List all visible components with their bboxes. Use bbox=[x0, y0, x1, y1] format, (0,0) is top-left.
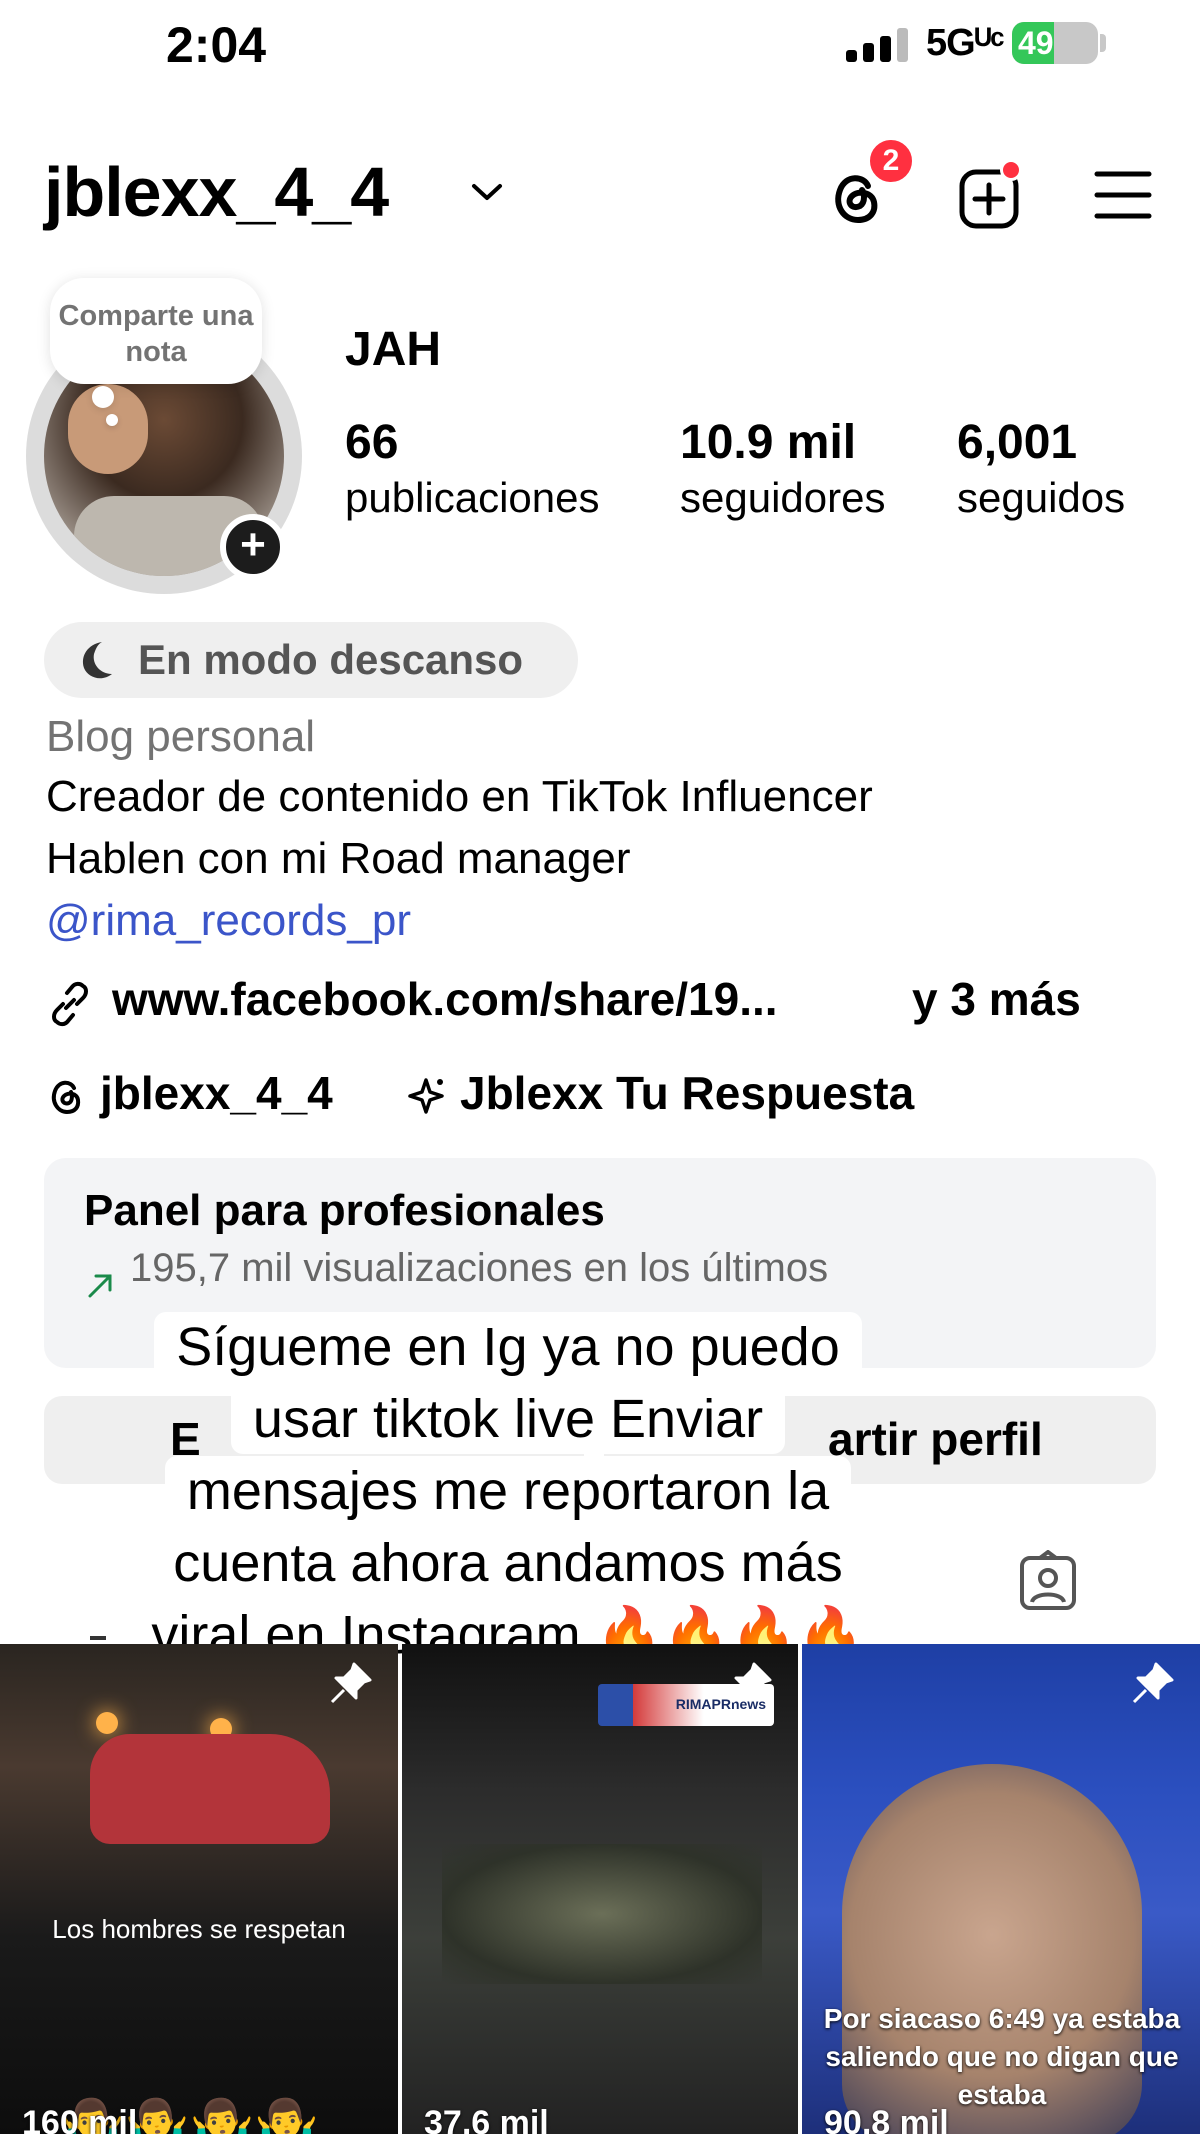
tagged-posts-icon[interactable] bbox=[1016, 1550, 1080, 1614]
pin-icon bbox=[330, 1662, 372, 1704]
caption-line: Sígueme en Ig ya no puedo bbox=[108, 1312, 908, 1382]
bio-mention-link[interactable]: @rima_records_pr bbox=[46, 896, 411, 946]
post-caption: Por siacaso 6:49 ya estaba saliendo que … bbox=[823, 2003, 1181, 2110]
post-tile[interactable]: Por siacaso 6:49 ya estaba saliendo que … bbox=[802, 1644, 1200, 2134]
threads-icon bbox=[51, 1080, 81, 1115]
post-tile[interactable]: RIMAPRnews 37,6 mil bbox=[402, 1644, 798, 2134]
stat-followers-label: seguidores bbox=[680, 474, 886, 521]
note-bubble[interactable]: Comparte una nota bbox=[50, 278, 262, 384]
battery-percent: 49 bbox=[1018, 25, 1054, 61]
status-bar: 2:04 5Gᵁᶜ 49 bbox=[0, 0, 1200, 90]
ai-assistant-link[interactable]: Jblexx Tu Respuesta bbox=[460, 1066, 914, 1120]
stat-posts-value: 66 bbox=[345, 416, 399, 469]
caption-line: cuenta ahora andamos más bbox=[108, 1528, 908, 1598]
caption-line: mensajes me reportaron la bbox=[108, 1456, 908, 1526]
menu-icon[interactable] bbox=[1094, 168, 1152, 222]
battery-icon: 49 bbox=[1012, 22, 1098, 64]
bio-category: Blog personal bbox=[46, 712, 316, 761]
add-story-button[interactable]: + bbox=[220, 514, 286, 580]
link-icon bbox=[52, 981, 88, 1027]
stat-following-value: 6,001 bbox=[957, 416, 1078, 469]
view-count: 37,6 mil bbox=[424, 2104, 549, 2134]
chevron-down-icon[interactable] bbox=[470, 180, 504, 204]
moon-icon bbox=[82, 642, 112, 679]
note-bubble-tail-small bbox=[106, 414, 118, 426]
external-link[interactable]: www.facebook.com/share/19... y 3 más bbox=[46, 970, 1166, 1030]
display-name: JAH bbox=[345, 323, 442, 376]
username-switcher[interactable]: jblexx_4_4 bbox=[44, 152, 389, 232]
post-caption: Los hombres se respetan bbox=[52, 1914, 346, 1944]
rest-mode-pill[interactable]: En modo descanso bbox=[44, 622, 578, 698]
dashboard-title: Panel para profesionales bbox=[84, 1186, 605, 1235]
threads-profile-row: jblexx_4_4 Jblexx Tu Respuesta bbox=[46, 1066, 1166, 1126]
create-notification-dot bbox=[1000, 159, 1022, 181]
stat-followers[interactable]: 10.9 mil seguidores bbox=[680, 414, 885, 524]
post-tile[interactable]: Los hombres se respetan 🤷‍♂️🤷‍♂️🤷‍♂️🤷‍♂️… bbox=[0, 1644, 398, 2134]
note-bubble-tail bbox=[92, 386, 114, 408]
bio-line: Creador de contenido en TikTok Influence… bbox=[46, 772, 873, 821]
ai-sparkle-icon bbox=[408, 1078, 444, 1114]
link-more[interactable]: y 3 más bbox=[912, 972, 1081, 1026]
profile-header: jblexx_4_4 bbox=[0, 140, 1200, 240]
link-url[interactable]: www.facebook.com/share/19... bbox=[112, 972, 778, 1026]
threads-handle-link[interactable]: jblexx_4_4 bbox=[100, 1066, 333, 1120]
stat-following[interactable]: 6,001 seguidos bbox=[957, 414, 1125, 524]
threads-notification-badge: 2 bbox=[866, 136, 916, 186]
stat-posts-label: publicaciones bbox=[345, 474, 600, 521]
stat-followers-value: 10.9 mil bbox=[680, 416, 857, 469]
view-count: 90,8 mil bbox=[824, 2104, 949, 2134]
city-lights bbox=[442, 1844, 762, 1984]
bio-line: Hablen con mi Road manager bbox=[46, 834, 631, 883]
rest-mode-label: En modo descanso bbox=[138, 636, 524, 683]
stat-following-label: seguidos bbox=[957, 474, 1126, 521]
status-time: 2:04 bbox=[166, 17, 267, 73]
posts-grid: Los hombres se respetan 🤷‍♂️🤷‍♂️🤷‍♂️🤷‍♂️… bbox=[0, 1644, 1200, 2134]
caption-line: usar tiktok live Enviar bbox=[108, 1384, 908, 1454]
dashboard-subtitle: 195,7 mil visualizaciones en los últimos bbox=[130, 1246, 829, 1290]
battery-tip bbox=[1100, 34, 1106, 52]
stat-posts[interactable]: 66 publicaciones bbox=[345, 414, 600, 524]
pin-icon bbox=[730, 1662, 772, 1704]
view-count: 160 mil bbox=[22, 2104, 138, 2134]
network-type: 5Gᵁᶜ bbox=[926, 22, 1005, 64]
tab-indicator bbox=[90, 1636, 106, 1640]
trending-up-icon bbox=[88, 1274, 112, 1298]
street-light bbox=[96, 1712, 118, 1734]
car bbox=[90, 1734, 330, 1844]
pin-icon bbox=[1132, 1662, 1174, 1704]
signal-icon bbox=[846, 28, 908, 62]
